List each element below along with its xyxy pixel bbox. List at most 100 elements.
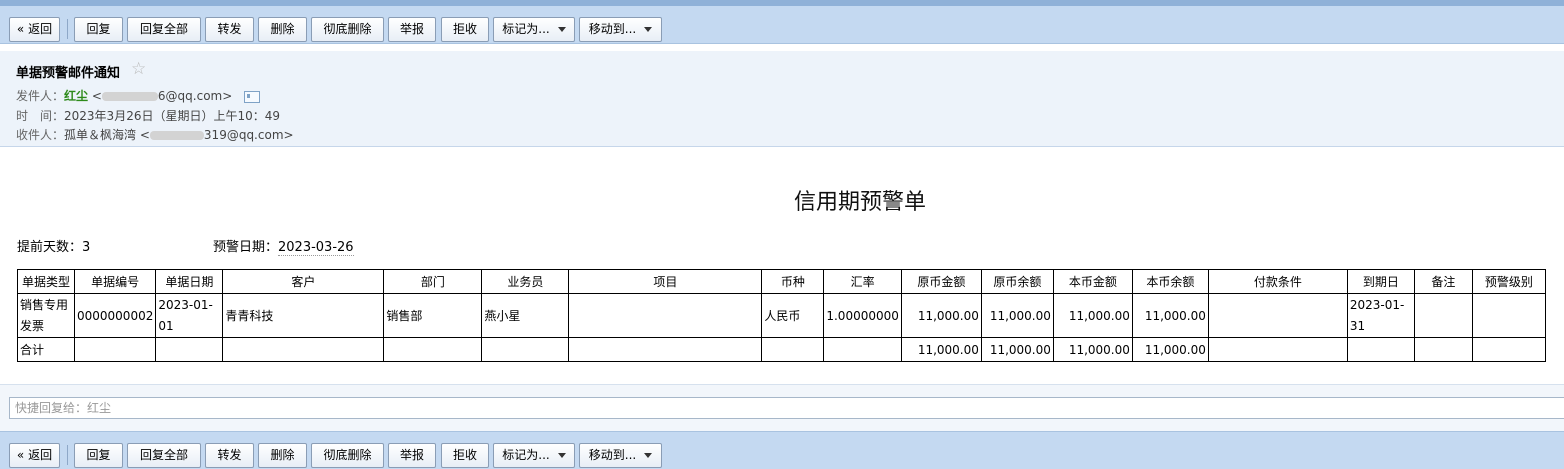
table-cell (383, 337, 483, 362)
table-header-cell: 部门 (383, 269, 483, 294)
table-header-cell: 预警级别 (1471, 269, 1546, 294)
table-cell (1471, 293, 1546, 338)
table-header-cell: 付款条件 (1207, 269, 1348, 294)
table-cell (1207, 293, 1348, 338)
table-cell (1413, 293, 1473, 338)
table-cell (568, 337, 763, 362)
email-header: 单据预警邮件通知 ☆ 发件人：红尘 <6@qq.com> 时 间：2023年3月… (0, 51, 1564, 147)
table-cell (155, 337, 224, 362)
table-row: 销售专用发票 0000000002 2023-01-01 青青科技 销售部 燕小… (17, 293, 1546, 338)
table-header-cell: 备注 (1413, 269, 1473, 294)
time-label: 时 间： (16, 109, 65, 123)
report-button[interactable]: 举报 (388, 17, 436, 42)
reject-button[interactable]: 拒收 (441, 17, 489, 42)
table-cell: 11,000.00 (980, 337, 1054, 362)
warn-date-value: 2023-03-26 (278, 240, 354, 256)
forward-button[interactable]: 转发 (205, 443, 254, 468)
mark-as-dropdown[interactable]: 标记为... (493, 17, 575, 42)
advance-days-value: 3 (82, 240, 91, 255)
reply-button[interactable]: 回复 (74, 443, 123, 468)
table-cell: 销售专用发票 (17, 293, 75, 338)
table-header-cell: 汇率 (823, 269, 902, 294)
back-button[interactable]: « 返回 (9, 17, 60, 42)
table-cell (568, 293, 763, 338)
reply-all-button[interactable]: 回复全部 (127, 17, 201, 42)
bottom-toolbar: « 返回 回复 回复全部 转发 删除 彻底删除 举报 拒收 标记为... 移动到… (0, 431, 1564, 469)
table-header-cell: 单据编号 (73, 269, 157, 294)
table-cell: 人民币 (761, 293, 825, 338)
table-cell (1207, 337, 1348, 362)
toolbar-separator (67, 19, 68, 39)
warn-date-label: 预警日期： (213, 240, 279, 255)
table-cell (222, 337, 385, 362)
table-cell: 1.00000000 (823, 293, 902, 338)
advance-days: 提前天数：3 (17, 236, 90, 255)
reject-button[interactable]: 拒收 (441, 443, 489, 468)
delete-button[interactable]: 删除 (258, 443, 307, 468)
table-header-cell: 本币余额 (1131, 269, 1209, 294)
move-to-dropdown[interactable]: 移动到... (579, 443, 662, 468)
quick-reply-input[interactable]: 快捷回复给：红尘 (9, 397, 1564, 419)
recipient-email-prefix: < (139, 128, 150, 142)
recipient-row: 收件人：孤单＆枫海湾 <319@qq.com> (16, 126, 294, 143)
warn-date: 预警日期：2023-03-26 (213, 236, 354, 256)
table-header-cell: 币种 (761, 269, 825, 294)
mark-as-label: 标记为... (502, 448, 550, 462)
move-to-dropdown[interactable]: 移动到... (579, 17, 662, 42)
recipient-label: 收件人： (16, 128, 65, 142)
mark-as-dropdown[interactable]: 标记为... (493, 443, 575, 468)
email-subject: 单据预警邮件通知 (16, 66, 121, 81)
table-cell: 11,000.00 (1052, 337, 1133, 362)
warning-table: 单据类型 单据编号 单据日期 客户 部门 业务员 项目 币种 汇率 原币金额 原… (17, 269, 1546, 362)
table-header-cell: 原币金额 (900, 269, 982, 294)
sender-email-prefix: < (91, 89, 102, 103)
contact-card-icon[interactable] (244, 90, 261, 103)
redacted-text (101, 92, 158, 101)
recipient-name[interactable]: 孤单＆枫海湾 (64, 128, 136, 142)
table-header-cell: 本币金额 (1052, 269, 1133, 294)
document-title: 信用期预警单 (793, 190, 926, 215)
table-header-cell: 原币余额 (980, 269, 1054, 294)
recipient-email-suffix: 319@qq.com> (203, 128, 294, 142)
table-cell: 11,000.00 (1131, 337, 1209, 362)
reply-all-button[interactable]: 回复全部 (127, 443, 201, 468)
table-cell (73, 337, 157, 362)
mark-as-label: 标记为... (502, 22, 550, 36)
time-value: 2023年3月26日（星期日）上午10：49 (64, 109, 280, 123)
table-cell (823, 337, 902, 362)
table-total-row: 合计 11,000.00 11,000.00 11,000.00 11,000.… (17, 337, 1546, 362)
table-header-cell: 单据类型 (17, 269, 75, 294)
time-row: 时 间：2023年3月26日（星期日）上午10：49 (16, 107, 280, 124)
delete-button[interactable]: 删除 (258, 17, 307, 42)
table-cell: 11,000.00 (1052, 293, 1133, 338)
table-header-cell: 业务员 (481, 269, 570, 294)
star-icon[interactable]: ☆ (131, 59, 146, 79)
toolbar-separator (67, 445, 68, 465)
table-header-cell: 项目 (568, 269, 763, 294)
delete-permanently-button[interactable]: 彻底删除 (311, 17, 384, 42)
chevron-down-icon (557, 27, 566, 32)
table-cell: 11,000.00 (1131, 293, 1209, 338)
table-cell: 11,000.00 (980, 293, 1054, 338)
top-toolbar: « 返回 回复 回复全部 转发 删除 彻底删除 举报 拒收 标记为... 移动到… (0, 6, 1564, 44)
table-header-cell: 单据日期 (155, 269, 224, 294)
sender-name[interactable]: 红尘 (64, 89, 88, 103)
table-header-cell: 客户 (222, 269, 385, 294)
reply-button[interactable]: 回复 (74, 17, 123, 42)
move-to-label: 移动到... (588, 448, 637, 462)
table-cell: 0000000002 (73, 293, 157, 338)
report-button[interactable]: 举报 (388, 443, 436, 468)
table-cell: 2023-01-01 (155, 293, 224, 338)
table-cell (1471, 337, 1546, 362)
table-cell (1346, 337, 1415, 362)
table-cell: 合计 (17, 337, 75, 362)
table-cell: 销售部 (383, 293, 483, 338)
table-header-cell: 到期日 (1346, 269, 1415, 294)
forward-button[interactable]: 转发 (205, 17, 254, 42)
delete-permanently-button[interactable]: 彻底删除 (311, 443, 384, 468)
table-cell: 燕小星 (481, 293, 570, 338)
move-to-label: 移动到... (588, 22, 637, 36)
back-button[interactable]: « 返回 (9, 443, 60, 468)
table-header-row: 单据类型 单据编号 单据日期 客户 部门 业务员 项目 币种 汇率 原币金额 原… (17, 269, 1546, 294)
redacted-text (149, 131, 204, 140)
